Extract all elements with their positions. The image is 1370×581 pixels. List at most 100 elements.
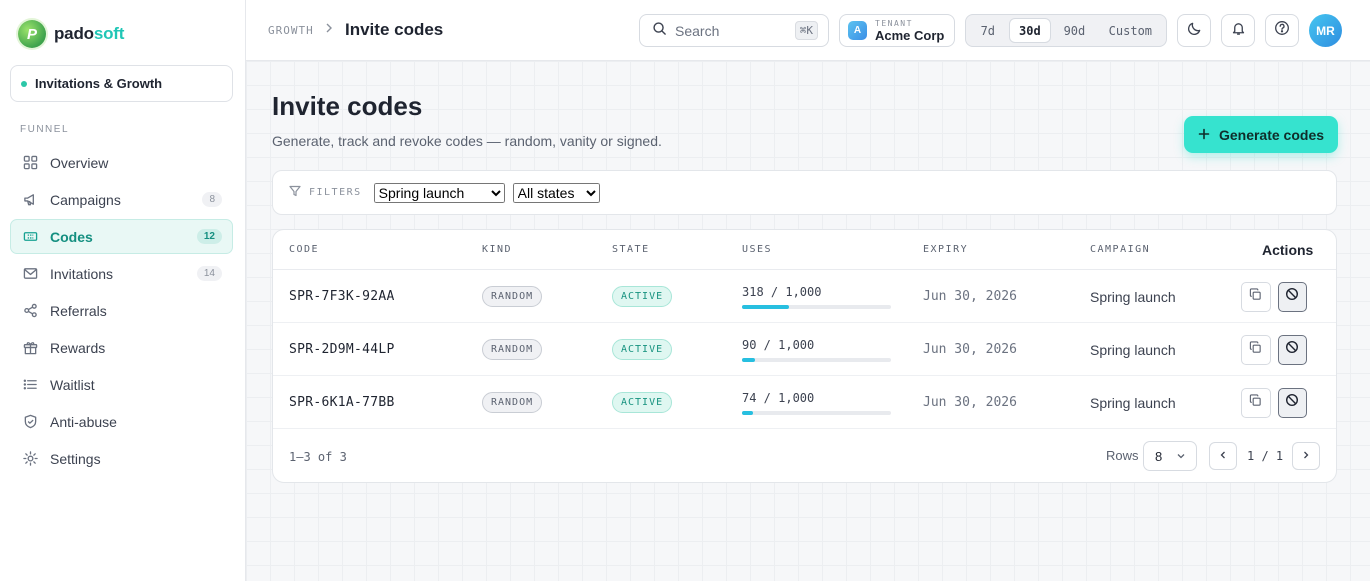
kind-badge: RANDOM [482, 392, 543, 413]
chevron-right-icon [1301, 447, 1311, 465]
column-header-expiry: EXPIRY [923, 244, 969, 255]
search-icon [652, 21, 667, 41]
state-badge: ACTIVE [612, 339, 673, 360]
sidebar-nav: Overview Campaigns 8 Codes 12 Invitation… [10, 145, 233, 478]
theme-toggle-button[interactable] [1177, 14, 1211, 47]
state-badge: ACTIVE [612, 392, 673, 413]
sidebar-item-rewards[interactable]: Rewards [10, 330, 233, 365]
revoke-code-button[interactable] [1277, 281, 1307, 312]
page-indicator: 1 / 1 [1247, 449, 1284, 463]
table-row: SPR-6K1A-77BB RANDOM ACTIVE 74 / 1,000 J… [273, 376, 1336, 429]
generate-codes-label: Generate codes [1218, 126, 1325, 143]
column-header-state: STATE [612, 244, 650, 255]
sidebar-item-campaigns[interactable]: Campaigns 8 [10, 182, 233, 217]
section-label-funnel: FUNNEL [20, 124, 70, 135]
help-button[interactable] [1265, 14, 1299, 47]
copy-icon [1249, 340, 1262, 359]
megaphone-icon [22, 192, 38, 208]
grid-icon [22, 155, 38, 171]
table-footer: 1–3 of 3 Rows 8 1 / 1 [273, 430, 1336, 482]
chevron-left-icon [1218, 447, 1228, 465]
brand-name-accent: soft [93, 24, 125, 43]
copy-code-button[interactable] [1241, 334, 1271, 365]
campaign-filter-select[interactable]: Spring launch [373, 182, 505, 203]
revoke-code-button[interactable] [1277, 387, 1307, 418]
range-90d[interactable]: 90d [1053, 18, 1096, 43]
workspace-name: Invitations & Growth [35, 76, 163, 91]
chevron-right-icon [324, 22, 334, 37]
kind-cell: RANDOM [482, 270, 543, 323]
code-cell[interactable]: SPR-6K1A-77BB [289, 376, 395, 429]
prev-page-button[interactable] [1209, 442, 1237, 470]
user-avatar[interactable]: MR [1309, 14, 1342, 47]
range-7d[interactable]: 7d [969, 18, 1007, 43]
list-icon [22, 377, 38, 393]
uses-progress-bar [742, 410, 891, 415]
range-custom[interactable]: Custom [1098, 18, 1163, 43]
tenant-info: TENANT Acme Corp [875, 19, 944, 43]
state-filter-select[interactable]: All states [512, 182, 600, 203]
ban-icon [1285, 340, 1299, 359]
mail-icon [22, 266, 38, 282]
generate-codes-button[interactable]: Generate codes [1184, 116, 1338, 153]
column-header-actions: Actions [1262, 242, 1314, 258]
workspace-switcher[interactable]: Invitations & Growth [10, 65, 233, 102]
kind-badge: RANDOM [482, 339, 543, 360]
sidebar-item-referrals[interactable]: Referrals [10, 293, 233, 328]
page-title: Invite codes [272, 91, 423, 121]
copy-code-button[interactable] [1241, 281, 1271, 312]
tenant-label: TENANT [875, 18, 913, 28]
sidebar-item-anti-abuse[interactable]: Anti-abuse [10, 404, 233, 439]
code-cell[interactable]: SPR-2D9M-44LP [289, 323, 395, 376]
search-input[interactable] [675, 22, 775, 39]
sidebar-item-waitlist[interactable]: Waitlist [10, 367, 233, 402]
uses-cell: 318 / 1,000 [742, 270, 891, 323]
row-actions [1239, 270, 1307, 323]
sidebar-item-invitations[interactable]: Invitations 14 [10, 256, 233, 291]
help-icon [1274, 20, 1290, 41]
expiry-cell: Jun 30, 2026 [923, 342, 1017, 357]
bell-icon [1231, 21, 1246, 41]
sidebar-item-label: Settings [50, 450, 101, 467]
column-header-code: CODE [289, 244, 320, 255]
revoke-code-button[interactable] [1277, 334, 1307, 365]
table-row: SPR-7F3K-92AA RANDOM ACTIVE 318 / 1,000 … [273, 270, 1336, 323]
filters-bar: FILTERS Spring launch All states [272, 170, 1337, 215]
range-30d[interactable]: 30d [1008, 18, 1052, 43]
uses-cell: 90 / 1,000 [742, 323, 891, 376]
sidebar-item-label: Invitations [50, 265, 114, 282]
campaign-cell: Spring launch [1090, 341, 1176, 358]
uses-progress-fill [742, 304, 790, 309]
search-box[interactable]: ⌘K [639, 14, 829, 47]
notifications-button[interactable] [1221, 14, 1255, 47]
sidebar-item-count: 12 [196, 229, 222, 244]
copy-icon [1249, 287, 1262, 306]
sidebar-item-label: Overview [50, 154, 109, 171]
copy-code-button[interactable] [1241, 387, 1271, 418]
next-page-button[interactable] [1292, 442, 1320, 470]
chevron-down-icon [1176, 449, 1186, 464]
breadcrumb-root[interactable]: GROWTH [268, 24, 314, 37]
page-subtitle: Generate, track and revoke codes — rando… [272, 133, 662, 149]
uses-cell: 74 / 1,000 [742, 376, 891, 429]
tenant-avatar: A [848, 21, 867, 40]
uses-progress-bar [742, 304, 891, 309]
tenant-switcher[interactable]: A TENANT Acme Corp [839, 14, 955, 47]
uses-text: 74 / 1,000 [742, 390, 815, 405]
brand[interactable]: P padosoft [18, 20, 124, 48]
expiry-cell: Jun 30, 2026 [923, 289, 1017, 304]
code-cell[interactable]: SPR-7F3K-92AA [289, 270, 395, 323]
sidebar-item-overview[interactable]: Overview [10, 145, 233, 180]
sidebar: P padosoft Invitations & Growth FUNNEL O… [0, 0, 246, 581]
uses-progress-fill [742, 410, 754, 415]
breadcrumb-current: Invite codes [345, 20, 444, 39]
copy-icon [1249, 393, 1262, 412]
rows-per-page-select[interactable]: 8 [1143, 441, 1197, 471]
sidebar-item-codes[interactable]: Codes 12 [10, 219, 233, 254]
state-cell: ACTIVE [612, 323, 673, 376]
state-cell: ACTIVE [612, 376, 673, 429]
column-header-kind: KIND [482, 244, 513, 255]
rows-per-page-value: 8 [1155, 448, 1163, 464]
sidebar-item-count: 14 [196, 266, 222, 281]
sidebar-item-settings[interactable]: Settings [10, 441, 233, 476]
